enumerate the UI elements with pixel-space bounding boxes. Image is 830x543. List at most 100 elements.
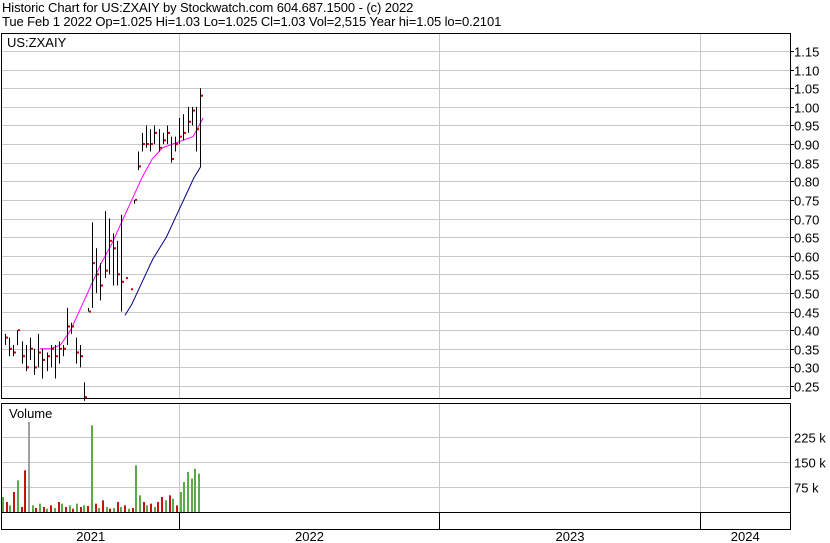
year-label: 2021 (76, 529, 105, 543)
close-tick (193, 109, 195, 112)
close-tick (118, 273, 120, 276)
price-tick-label: 0.45 (794, 306, 819, 321)
volume-bar (183, 482, 185, 512)
price-tick-label: 1.10 (794, 64, 819, 79)
price-tick-label: 0.90 (794, 138, 819, 153)
year-label: 2023 (556, 529, 585, 543)
volume-bar (69, 505, 71, 512)
close-tick (27, 366, 29, 369)
close-tick (18, 329, 20, 332)
price-panel-title: US:ZXAIY (7, 35, 67, 50)
volume-bar (50, 505, 52, 512)
price-tick-label: 0.85 (794, 157, 819, 172)
volume-bar (176, 505, 178, 512)
close-tick (180, 135, 182, 138)
volume-bar (83, 505, 85, 512)
close-tick (77, 351, 79, 354)
volume-bar (6, 502, 8, 512)
volume-bar (58, 502, 60, 512)
price-tick-label: 0.95 (794, 119, 819, 134)
close-tick (197, 128, 199, 131)
year-label: 2022 (295, 529, 324, 543)
price-tick-label: 0.65 (794, 231, 819, 246)
volume-bar (43, 507, 45, 512)
volume-bar (106, 507, 108, 512)
close-tick (189, 120, 191, 123)
close-tick (56, 355, 58, 358)
time-axis (1, 512, 791, 530)
volume-bar (143, 502, 145, 512)
volume-bar (98, 508, 100, 512)
close-tick (64, 347, 66, 350)
close-tick (72, 325, 74, 328)
volume-tick-label: 225 k (794, 431, 826, 446)
volume-panel-title: Volume (9, 406, 52, 421)
volume-bar (35, 508, 37, 512)
volume-bar (95, 503, 97, 512)
close-tick (164, 139, 166, 142)
volume-bar (132, 508, 134, 512)
close-tick (201, 94, 203, 97)
volume-bar (161, 497, 163, 512)
price-y-axis: 1.15 1.10 1.05 1.00 0.95 0.90 0.85 0.80 0.75 0.70… (790, 45, 819, 395)
close-tick (35, 366, 37, 369)
volume-bar (128, 508, 130, 512)
close-tick (126, 277, 128, 280)
volume-bar (191, 478, 193, 512)
price-tick-label: 0.35 (794, 343, 819, 358)
close-tick (39, 351, 41, 354)
close-tick (48, 355, 50, 358)
volume-bar (139, 495, 141, 512)
volume-tick-label: 150 k (794, 456, 826, 471)
volume-bar (135, 465, 137, 512)
volume-bar (113, 508, 115, 512)
volume-bar (17, 480, 19, 512)
volume-tick-label: 75 k (794, 481, 819, 496)
price-tick-label: 0.55 (794, 268, 819, 283)
close-tick (160, 146, 162, 149)
close-tick (52, 347, 54, 350)
volume-bar (198, 473, 200, 512)
price-tick-label: 0.75 (794, 194, 819, 209)
volume-bar (87, 506, 89, 512)
volume-bar (187, 472, 189, 512)
price-tick-label: 0.50 (794, 287, 819, 302)
volume-bar (24, 470, 26, 512)
close-tick (106, 269, 108, 272)
volume-bar (165, 500, 167, 512)
price-tick-label: 0.60 (794, 250, 819, 265)
volume-bar (146, 505, 148, 512)
volume-bar (76, 503, 78, 512)
volume-bar (124, 505, 126, 512)
volume-bar (157, 502, 159, 512)
close-tick (60, 347, 62, 350)
volume-bar (39, 503, 41, 512)
close-tick (10, 347, 12, 350)
close-tick (143, 143, 145, 146)
year-label: 2024 (731, 529, 760, 543)
volume-bar (46, 508, 48, 512)
close-tick (114, 247, 116, 250)
volume-bar (9, 505, 11, 512)
volume-bar (65, 507, 67, 512)
close-tick (93, 262, 95, 265)
close-tick (139, 165, 141, 168)
close-tick (176, 143, 178, 146)
close-tick (14, 351, 16, 354)
stock-chart: 1.15 1.10 1.05 1.00 0.95 0.90 0.85 0.80 0.75 0.70… (1, 33, 826, 543)
volume-bar (154, 507, 156, 512)
close-tick (31, 347, 33, 350)
close-tick (89, 310, 91, 313)
close-tick (147, 143, 149, 146)
volume-bar (28, 422, 30, 512)
volume-bar (13, 492, 15, 512)
volume-bar (109, 508, 111, 512)
volume-bar (169, 495, 171, 512)
volume-bar (194, 468, 196, 512)
volume-bar (180, 492, 182, 512)
price-tick-label: 0.40 (794, 324, 819, 339)
close-tick (122, 280, 124, 283)
close-tick (6, 336, 8, 339)
volume-bar (54, 508, 56, 512)
close-tick (131, 288, 133, 291)
